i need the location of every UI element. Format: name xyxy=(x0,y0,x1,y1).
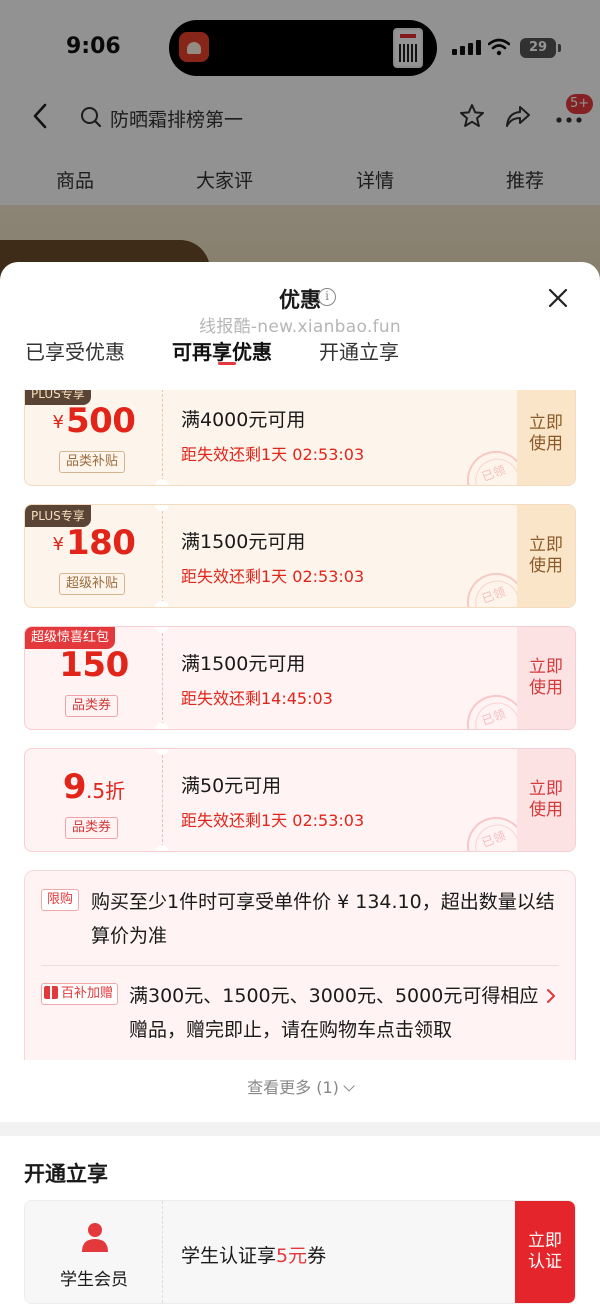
tab-open-membership[interactable]: 开通立享 xyxy=(319,336,399,365)
verify-label-2: 认证 xyxy=(528,1252,562,1272)
coupon-type-badge: 品类券 xyxy=(65,817,119,839)
use-now-label-2: 使用 xyxy=(529,800,563,820)
coupon-card: 9.5折 品类券 满50元可用 距失效还剩1天 02:53:03 已领 立即 使… xyxy=(24,748,576,852)
use-now-label-1: 立即 xyxy=(529,779,563,799)
coupon-countdown: 距失效还剩1天 02:53:03 xyxy=(181,567,365,586)
coupon-type-badge: 品类补贴 xyxy=(59,451,126,473)
coupon-divider xyxy=(162,390,163,481)
discount-suffix: .5折 xyxy=(86,779,126,803)
coupon-notch xyxy=(155,601,169,607)
coupon-notch xyxy=(155,723,169,729)
open-membership-section: 开通立享 学生会员 学生认证享5元券 立即 认证 xyxy=(0,1136,600,1304)
coupon-condition: 满50元可用 xyxy=(181,775,282,797)
coupon-value-area: PLUS专享 ¥180 超级补贴 xyxy=(25,505,163,607)
coupon-value: 500 xyxy=(65,401,136,441)
member-offer-text: 学生认证享5元券 xyxy=(181,1241,326,1268)
coupon-amount: ¥180 xyxy=(25,523,163,563)
use-now-button[interactable]: 立即 使用 xyxy=(517,390,575,485)
coupon-amount: 9.5折 xyxy=(25,767,163,807)
coupon-countdown: 距失效还剩1天 02:53:03 xyxy=(181,811,365,830)
purchase-limit-badge: 限购 xyxy=(41,889,80,911)
coupon-countdown: 距失效还剩14:45:03 xyxy=(181,689,333,708)
coupon-card: PLUS专享 ¥180 超级补贴 满1500元可用 距失效还剩1天 02:53:… xyxy=(24,504,576,608)
coupon-condition: 满1500元可用 xyxy=(181,653,306,675)
tab-available[interactable]: 可再享优惠 xyxy=(172,336,272,365)
purchase-limit-text: 购买至少1件时可享受单件价 ¥ 134.10，超出数量以结算价为准 xyxy=(91,891,555,947)
coupon-card: 超级惊喜红包 150 品类券 满1500元可用 距失效还剩14:45:03 已领… xyxy=(24,626,576,730)
use-now-label-2: 使用 xyxy=(529,678,563,698)
coupon-condition: 满1500元可用 xyxy=(181,531,306,553)
gift-badge-label: 百补加赠 xyxy=(61,986,114,1001)
tab-enjoyed[interactable]: 已享受优惠 xyxy=(25,336,125,365)
coupon-type-badge: 品类券 xyxy=(65,695,119,717)
coupon-value-area: PLUS专享 ¥500 品类补贴 xyxy=(25,390,163,485)
use-now-button[interactable]: 立即 使用 xyxy=(517,749,575,851)
coupon-notch xyxy=(155,479,169,485)
chevron-right-icon[interactable] xyxy=(545,987,557,1005)
gift-offer-text[interactable]: 满300元、1500元、3000元、5000元可得相应赠品，赠完即止，请在购物车… xyxy=(129,979,549,1047)
promotion-box: 限购 购买至少1件时可享受单件价 ¥ 134.10，超出数量以结算价为准 百补加… xyxy=(24,870,576,1060)
use-now-button[interactable]: 立即 使用 xyxy=(517,627,575,729)
coupon-divider xyxy=(162,755,163,847)
use-now-button[interactable]: 立即 使用 xyxy=(517,505,575,607)
use-now-label-1: 立即 xyxy=(529,413,563,433)
offer-suffix: 券 xyxy=(307,1245,327,1267)
coupon-value: 9 xyxy=(62,767,87,807)
coupon-value-area: 9.5折 品类券 xyxy=(25,749,163,851)
user-icon xyxy=(82,1223,108,1252)
use-now-label-1: 立即 xyxy=(529,657,563,677)
coupon-value: 180 xyxy=(65,523,136,563)
gift-badge: 百补加赠 xyxy=(41,983,119,1005)
close-icon[interactable] xyxy=(546,286,570,310)
discount-sheet: 优惠 i 线报酷-new.xianbao.fun 已享受优惠 可再享优惠 开通立… xyxy=(0,262,600,1122)
member-type-area: 学生会员 xyxy=(25,1201,163,1303)
offer-highlight: 5元 xyxy=(276,1245,308,1267)
see-more-button[interactable]: 查看更多 (1) xyxy=(0,1074,600,1098)
verify-label-1: 立即 xyxy=(528,1231,562,1251)
section-title: 开通立享 xyxy=(24,1162,108,1186)
coupon-value: 150 xyxy=(59,645,129,685)
coupon-value-area: 超级惊喜红包 150 品类券 xyxy=(25,627,163,729)
coupon-condition: 满4000元可用 xyxy=(181,409,306,431)
member-name: 学生会员 xyxy=(60,1270,128,1290)
coupon-divider xyxy=(162,633,163,725)
gift-icon xyxy=(44,986,58,999)
modal-overlay[interactable] xyxy=(0,0,600,300)
coupon-divider xyxy=(162,511,163,603)
see-more-label: 查看更多 (1) xyxy=(247,1078,339,1097)
sheet-title: 优惠 xyxy=(279,288,321,312)
currency-symbol: ¥ xyxy=(52,412,64,433)
offer-prefix: 学生认证享 xyxy=(181,1245,277,1267)
coupon-amount: 150 xyxy=(25,645,163,685)
sheet-header: 优惠 i xyxy=(0,284,600,314)
coupon-type-badge: 超级补贴 xyxy=(59,573,126,595)
info-icon[interactable]: i xyxy=(318,288,336,306)
watermark-text: 线报酷-new.xianbao.fun xyxy=(198,317,402,337)
use-now-label-1: 立即 xyxy=(529,535,563,555)
coupon-card: PLUS专享 ¥500 品类补贴 满4000元可用 距失效还剩1天 02:53:… xyxy=(24,390,576,486)
coupon-amount: ¥500 xyxy=(25,401,163,441)
coupon-countdown: 距失效还剩1天 02:53:03 xyxy=(181,445,365,464)
active-tab-indicator xyxy=(218,362,236,365)
student-member-card: 学生会员 学生认证享5元券 立即 认证 xyxy=(24,1200,576,1304)
coupon-list[interactable]: PLUS专享 ¥500 品类补贴 满4000元可用 距失效还剩1天 02:53:… xyxy=(0,390,600,1060)
currency-symbol: ¥ xyxy=(52,534,64,555)
use-now-label-2: 使用 xyxy=(529,556,563,576)
promo-divider xyxy=(41,965,559,966)
chevron-down-icon xyxy=(343,1080,355,1092)
coupon-notch xyxy=(155,845,169,851)
verify-now-button[interactable]: 立即 认证 xyxy=(515,1201,575,1303)
use-now-label-2: 使用 xyxy=(529,434,563,454)
